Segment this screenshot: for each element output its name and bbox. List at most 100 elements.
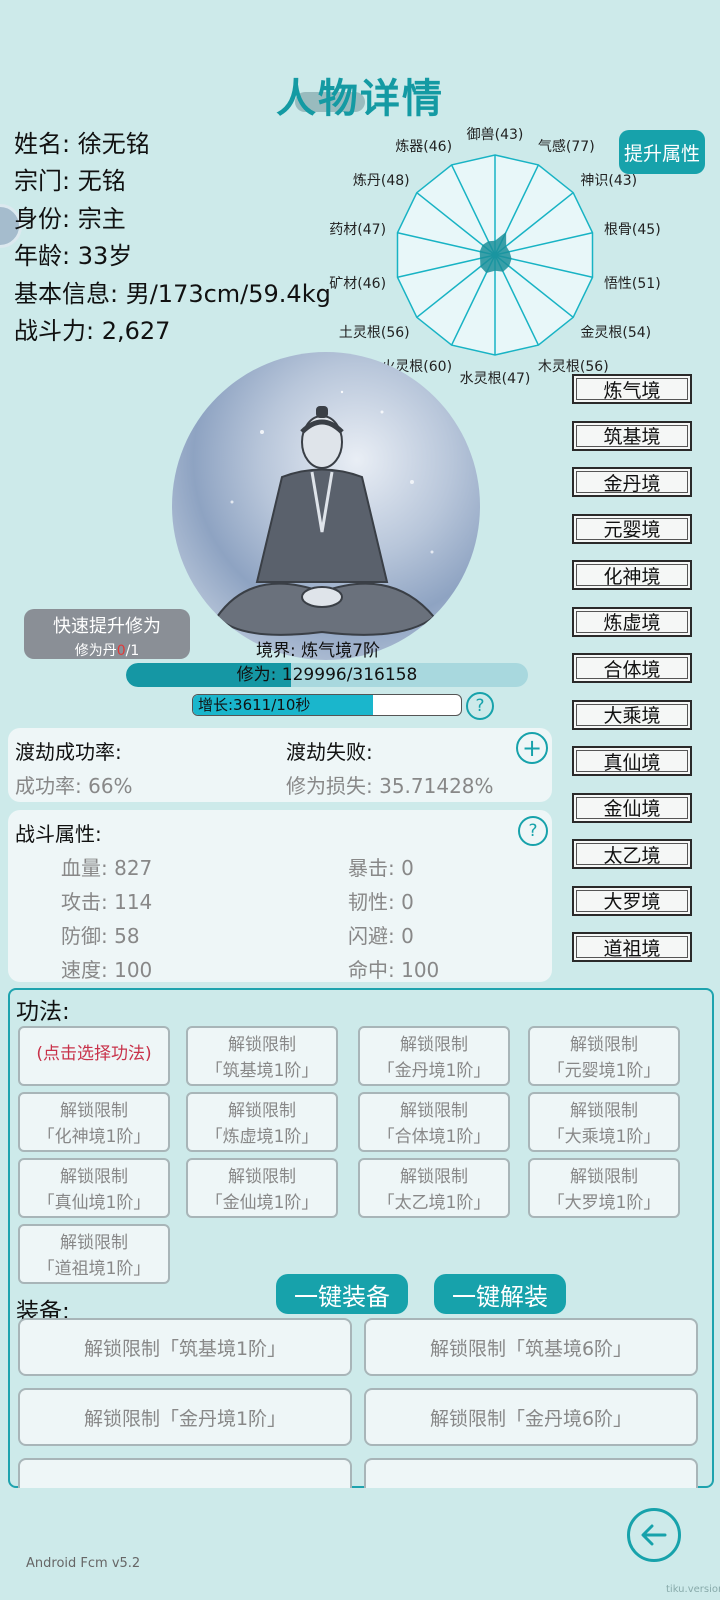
lock-label: 解锁限制 <box>570 1035 638 1055</box>
character-portrait <box>172 352 480 660</box>
lock-label: 解锁限制 <box>228 1035 296 1055</box>
radar-label: 神识(43) <box>580 172 638 189</box>
tribulation-fail-value: 修为损失: 35.71428% <box>286 774 494 798</box>
combat-help-icon[interactable]: ? <box>518 816 548 846</box>
lock-label: 解锁限制 <box>570 1167 638 1187</box>
radar-label: 悟性(51) <box>603 276 661 293</box>
locked-skill-slot[interactable]: 解锁限制「炼虚境1阶」 <box>186 1092 338 1152</box>
combat-stat: 防御: 58 <box>61 924 140 948</box>
lock-label: 解锁限制 <box>228 1101 296 1121</box>
lock-label: 解锁限制 <box>228 1167 296 1187</box>
info-age: 年龄: 33岁 <box>14 242 133 270</box>
pill-count: 修为丹0/1 <box>24 640 190 660</box>
realm-button[interactable]: 合体境 <box>572 653 692 683</box>
info-combat-power: 战斗力: 2,627 <box>14 317 171 345</box>
skill-select-slot[interactable]: (点击选择功法) <box>18 1026 170 1086</box>
locked-equipment-slot[interactable]: 解锁限制「筑基境6阶」 <box>364 1318 698 1376</box>
lock-requirement: 「合体境1阶」 <box>377 1127 491 1147</box>
growth-help-icon[interactable]: ? <box>466 692 494 720</box>
realm-button[interactable]: 太乙境 <box>572 839 692 869</box>
radar-label: 根骨(45) <box>603 221 661 238</box>
tribulation-panel: 渡劫成功率: 成功率: 66% 渡劫失败: 修为损失: 35.71428% + <box>8 728 552 802</box>
lock-requirement: 「元婴境1阶」 <box>547 1061 661 1081</box>
combat-stat: 命中: 100 <box>348 958 440 982</box>
lock-requirement: 「真仙境1阶」 <box>37 1193 151 1213</box>
info-identity: 身份: 宗主 <box>14 205 126 233</box>
realm-button[interactable]: 金仙境 <box>572 792 692 823</box>
realm-button[interactable]: 炼虚境 <box>572 606 692 637</box>
back-button[interactable] <box>627 1508 681 1562</box>
lock-label: 解锁限制 <box>400 1167 468 1187</box>
cultivation-progress-text: 修为: 129996/316158 <box>236 665 418 685</box>
locked-skill-slot[interactable]: 解锁限制「元婴境1阶」 <box>528 1026 680 1086</box>
lock-label: 解锁限制 <box>60 1167 128 1187</box>
lock-requirement: 「道祖境1阶」 <box>37 1259 151 1279</box>
radar-label: 药材(47) <box>329 221 387 238</box>
tribulation-plus-icon[interactable]: + <box>516 732 548 764</box>
locked-skill-slot[interactable]: 解锁限制「大罗境1阶」 <box>528 1158 680 1218</box>
radar-label: 木灵根(56) <box>537 358 609 375</box>
one-click-equip-button[interactable]: 一键装备 <box>276 1274 408 1314</box>
watermark: tiku.version <box>666 1584 720 1595</box>
realm-button[interactable]: 大罗境 <box>572 885 692 916</box>
realm-button[interactable]: 化神境 <box>572 560 692 590</box>
locked-skill-slot[interactable]: 解锁限制「真仙境1阶」 <box>18 1158 170 1218</box>
combat-title: 战斗属性: <box>15 822 102 846</box>
radar-label: 御兽(43) <box>466 127 524 143</box>
realm-button[interactable]: 金丹境 <box>572 467 692 497</box>
info-basic: 基本信息: 男/173cm/59.4kg <box>14 280 331 308</box>
attribute-radar-chart <box>396 154 594 356</box>
pill-count-suffix: /1 <box>125 643 140 659</box>
one-click-unequip-button[interactable]: 一键解装 <box>434 1274 566 1314</box>
lock-label: 解锁限制 <box>60 1101 128 1121</box>
pill-count-prefix: 修为丹 <box>74 643 117 659</box>
page-title: 人物详情 <box>276 76 444 122</box>
combat-stat: 闪避: 0 <box>348 924 414 948</box>
radar-label: 土灵根(56) <box>338 325 410 342</box>
lock-requirement: 「大罗境1阶」 <box>547 1193 661 1213</box>
skills-equipment-panel: 功法: (点击选择功法) 解锁限制 「筑基境1阶」 解锁限制 「金丹境1阶」 解锁限制 「元… <box>8 988 714 1516</box>
locked-skill-slot[interactable]: 解锁限制「化神境1阶」 <box>18 1092 170 1152</box>
combat-attributes-panel: 战斗属性: ? 血量: 827 攻击: 114 防御: 58 速度: 100 暴击: … <box>8 810 552 982</box>
growth-progress-text: 增长:3611/10秒 <box>198 696 311 714</box>
lock-requirement: 「筑基境1阶」 <box>205 1061 319 1081</box>
locked-equipment-slot[interactable]: 解锁限制「筑基境1阶」 <box>18 1318 352 1376</box>
realm-button[interactable]: 道祖境 <box>572 932 692 962</box>
lock-requirement: 「大乘境1阶」 <box>547 1127 661 1147</box>
tribulation-success-title: 渡劫成功率: <box>15 740 122 764</box>
radar-label: 炼器(46) <box>395 139 453 156</box>
radar-label: 炼丹(48) <box>352 172 410 189</box>
radar-label: 水灵根(47) <box>459 371 531 387</box>
locked-skill-slot[interactable]: 解锁限制 「道祖境1阶」 <box>18 1224 170 1284</box>
locked-skill-slot[interactable]: 解锁限制 「大乘境1阶」 <box>528 1092 680 1152</box>
info-name: 姓名: 徐无铭 <box>14 130 150 158</box>
locked-skill-slot[interactable]: 解锁限制「筑基境1阶」 <box>186 1026 338 1086</box>
realm-button[interactable]: 元婴境 <box>572 513 692 544</box>
lock-requirement: 「金仙境1阶」 <box>205 1193 319 1213</box>
info-sect: 宗门: 无铭 <box>14 167 126 195</box>
bottom-bar <box>0 1488 720 1600</box>
realm-button[interactable]: 炼气境 <box>572 374 692 404</box>
lock-requirement: 「金丹境1阶」 <box>377 1061 491 1081</box>
radar-label: 气感(77) <box>537 139 595 156</box>
locked-equipment-slot[interactable]: 解锁限制「金丹境6阶」 <box>364 1388 698 1446</box>
realm-button[interactable]: 筑基境 <box>572 420 692 451</box>
realm-button[interactable]: 大乘境 <box>572 699 692 730</box>
radar-label: 矿材(46) <box>329 276 387 293</box>
combat-stat: 速度: 100 <box>61 958 153 982</box>
combat-stat: 韧性: 0 <box>348 890 414 914</box>
quick-upgrade-button[interactable]: 快速提升修为 修为丹0/1 <box>24 609 190 659</box>
pill-count-value: 0 <box>116 643 126 659</box>
locked-skill-slot[interactable]: 解锁限制「金仙境1阶」 <box>186 1158 338 1218</box>
upgrade-attributes-button[interactable]: 提升属性 <box>619 130 705 174</box>
locked-skill-slot[interactable]: 解锁限制「金丹境1阶」 <box>358 1026 510 1086</box>
lock-requirement: 「炼虚境1阶」 <box>205 1127 319 1147</box>
locked-equipment-slot[interactable]: 解锁限制「金丹境1阶」 <box>18 1388 352 1446</box>
lock-requirement: 「化神境1阶」 <box>37 1127 151 1147</box>
realm-button[interactable]: 真仙境 <box>572 746 692 776</box>
locked-skill-slot[interactable]: 解锁限制 「合体境1阶」 <box>358 1092 510 1152</box>
locked-skill-slot[interactable]: 解锁限制 「太乙境1阶」 <box>358 1158 510 1218</box>
lock-label: 解锁限制 <box>400 1035 468 1055</box>
combat-stat: 暴击: 0 <box>348 856 414 880</box>
version-label: Android Fcm v5.2 <box>26 1556 141 1571</box>
